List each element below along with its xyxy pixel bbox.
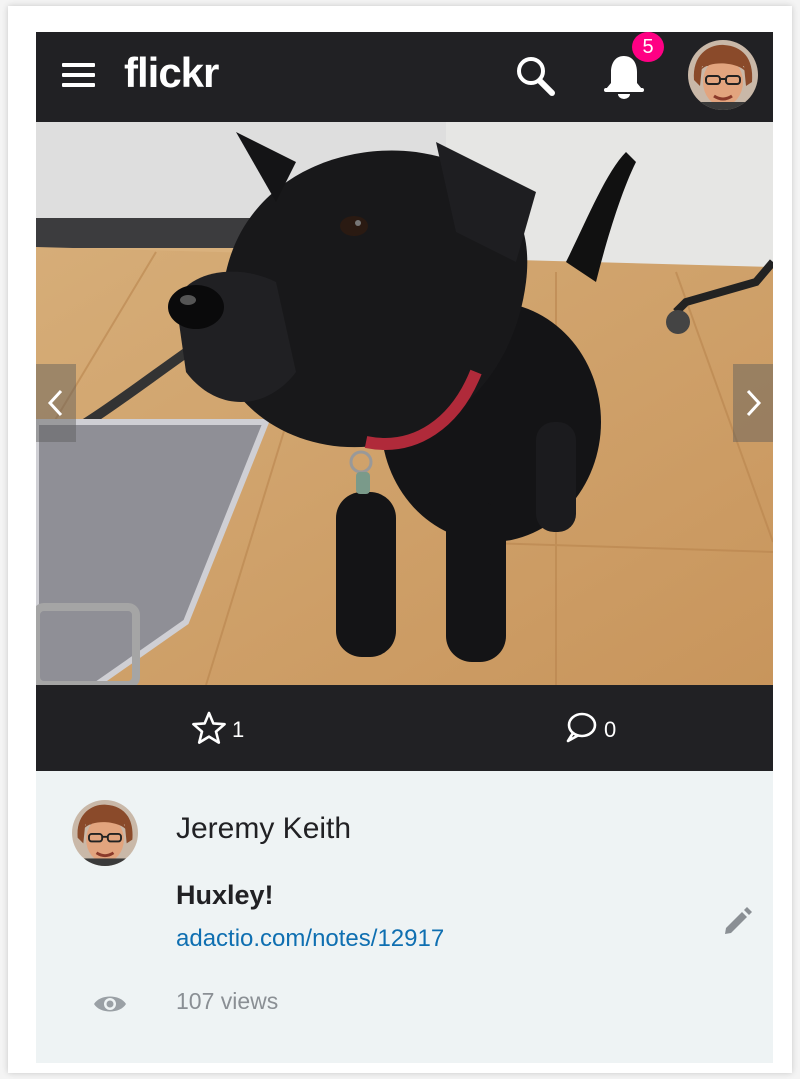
description-link[interactable]: adactio.com/notes/12917 [176,925,444,953]
star-icon [192,711,226,744]
search-icon[interactable] [514,54,556,98]
flickr-photo-page: flickr 5 1 0 Jeremy Keith Huxley! adacti… [36,32,773,1063]
owner-avatar[interactable] [72,800,138,866]
photo-title: Huxley! [176,880,274,910]
chevron-left-icon [47,389,63,417]
owner-name-link[interactable]: Jeremy Keith [176,812,351,846]
flickr-logo[interactable]: flickr [124,48,219,98]
comment-count: 0 [604,717,617,742]
notification-count-badge[interactable]: 5 [632,32,664,62]
comment-button[interactable]: 0 [564,711,624,747]
photo-stats-bar: 1 0 [36,685,773,771]
main-photo[interactable] [36,122,773,685]
view-count: 107 views [176,988,279,1014]
eye-views-icon [94,996,126,1012]
fave-count: 1 [232,717,245,742]
next-photo-button[interactable] [733,364,773,442]
chevron-right-icon [746,389,762,417]
hamburger-menu-icon[interactable] [62,61,95,89]
previous-photo-button[interactable] [36,364,76,442]
comment-bubble-icon [566,712,597,743]
fave-button[interactable]: 1 [192,711,252,747]
top-navigation-bar: flickr 5 [36,32,773,122]
pencil-edit-icon[interactable] [720,904,754,938]
user-avatar[interactable] [688,40,758,110]
dog-photo-illustration [36,122,773,685]
